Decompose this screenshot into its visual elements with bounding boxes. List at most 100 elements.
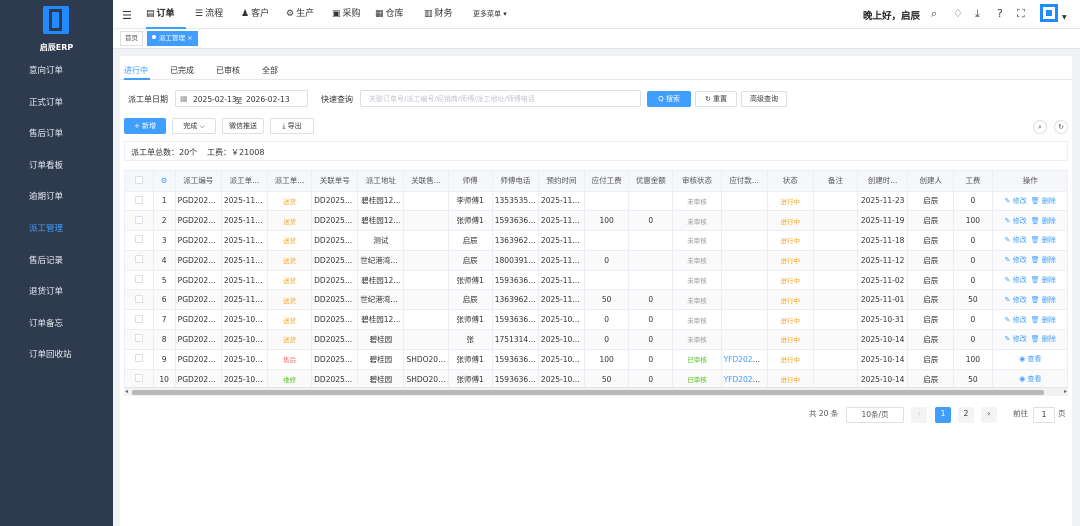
refresh-icon[interactable]: ↻: [1054, 120, 1068, 134]
avatar[interactable]: [1040, 4, 1058, 22]
row-checkbox[interactable]: [134, 334, 143, 343]
table-row[interactable]: 4 PGD2025... 2025-11-12 送货 DD20251... 世纪港湾2..…: [125, 250, 1067, 271]
sidebar-item[interactable]: 意向订单: [0, 56, 113, 88]
sidebar-item[interactable]: 订单回收站: [0, 340, 113, 372]
row-select-cell[interactable]: [125, 191, 154, 212]
delete-link[interactable]: 🗑 删除: [1031, 296, 1056, 304]
delete-link[interactable]: 🗑 删除: [1031, 335, 1056, 343]
delete-link[interactable]: 🗑 删除: [1031, 236, 1056, 244]
search-button[interactable]: Q 搜索: [647, 91, 691, 107]
horizontal-scrollbar[interactable]: ◂ ▸: [124, 387, 1068, 396]
delete-link[interactable]: 🗑 删除: [1031, 197, 1056, 205]
delete-link[interactable]: 🗑 删除: [1031, 217, 1056, 225]
tab-in-progress[interactable]: 进行中: [124, 65, 148, 76]
tab-audited[interactable]: 已审核: [216, 65, 240, 76]
table-row[interactable]: 3 PGD2025... 2025-11-18 送货 DD20251... 测试 启辰 136…: [125, 230, 1067, 251]
row-select-cell[interactable]: [125, 270, 154, 291]
row-select-cell[interactable]: [125, 369, 154, 390]
top-menu-item[interactable]: ▤ 订单: [146, 0, 175, 29]
row-checkbox[interactable]: [134, 275, 143, 284]
tab-all[interactable]: 全部: [262, 65, 278, 76]
top-menu-item[interactable]: ▣ 采购: [332, 0, 361, 29]
prev-page-button[interactable]: ‹: [911, 407, 927, 423]
wechat-push-button[interactable]: 微信推送: [222, 118, 264, 134]
top-menu-item[interactable]: ♟ 客户: [241, 0, 269, 29]
table-row[interactable]: 1 PGD2025... 2025-11-23 送货 DD20251... 碧桂园12..…: [125, 191, 1067, 212]
row-select-cell[interactable]: [125, 329, 154, 350]
delete-link[interactable]: 🗑 删除: [1031, 316, 1056, 324]
row-checkbox[interactable]: [134, 294, 143, 303]
view-link[interactable]: ◉ 查看: [1019, 375, 1041, 383]
table-row[interactable]: 6 PGD2025... 2025-11-01 送货 DD20251... 世纪港湾2..…: [125, 289, 1067, 311]
row-checkbox[interactable]: [134, 195, 143, 204]
edit-link[interactable]: ✎ 修改: [1005, 316, 1027, 324]
scroll-left-icon[interactable]: ◂: [125, 388, 128, 395]
sidebar-item[interactable]: 订单备忘: [0, 309, 113, 341]
sidebar-item[interactable]: 派工管理: [0, 214, 113, 246]
download-icon[interactable]: ⤓: [975, 7, 980, 21]
sidebar-item[interactable]: 订单看板: [0, 151, 113, 183]
top-menu-item[interactable]: ▥ 财务: [424, 0, 453, 29]
sidebar-item[interactable]: 售后订单: [0, 119, 113, 151]
delete-link[interactable]: 🗑 删除: [1031, 276, 1056, 284]
fullscreen-icon[interactable]: ⛶: [1017, 7, 1025, 21]
sidebar-item[interactable]: 售后记录: [0, 246, 113, 278]
top-menu-item[interactable]: 更多菜单 ▾: [473, 0, 507, 29]
edit-link[interactable]: ✎ 修改: [1005, 296, 1027, 304]
edit-link[interactable]: ✎ 修改: [1005, 217, 1027, 225]
sidebar-item[interactable]: 正式订单: [0, 88, 113, 120]
table-header-cell[interactable]: ⚙: [153, 171, 176, 192]
table-row[interactable]: 7 PGD2025... 2025-10-31 送货 DD20251... 碧桂园12..…: [125, 309, 1067, 331]
view-link[interactable]: ◉ 查看: [1019, 355, 1041, 363]
search-icon[interactable]: ⌕: [931, 7, 937, 21]
table-row[interactable]: 5 PGD2025... 2025-11-02 送货 DD20251... 碧桂园12..…: [125, 270, 1067, 291]
reset-button[interactable]: ↻ 重置: [695, 91, 737, 107]
tab-completed[interactable]: 已完成: [170, 65, 194, 76]
search-toggle-icon[interactable]: ⌕: [1033, 120, 1047, 134]
edit-link[interactable]: ✎ 修改: [1005, 236, 1027, 244]
export-button[interactable]: ⤓ 导出: [270, 118, 314, 134]
tag-home[interactable]: 首页: [120, 31, 143, 46]
next-page-button[interactable]: ›: [981, 407, 997, 423]
row-checkbox[interactable]: [134, 374, 143, 383]
scroll-right-icon[interactable]: ▸: [1064, 388, 1067, 395]
row-checkbox[interactable]: [134, 354, 143, 363]
table-header-cell[interactable]: [125, 171, 154, 192]
top-menu-item[interactable]: ▦ 仓库: [375, 0, 404, 29]
top-menu-item[interactable]: ☰ 流程: [195, 0, 223, 29]
row-select-cell[interactable]: [125, 210, 154, 232]
row-select-cell[interactable]: [125, 309, 154, 331]
table-row[interactable]: 9 PGD2025... 2025-10-14 售后 DD20250... 碧桂园 SHDO…: [125, 349, 1067, 370]
table-row[interactable]: 2 PGD2025... 2025-11-19 送货 DD20251... 碧桂园12..…: [125, 210, 1067, 232]
row-checkbox[interactable]: [134, 215, 143, 224]
add-button[interactable]: + 新增: [124, 118, 166, 134]
edit-link[interactable]: ✎ 修改: [1005, 276, 1027, 284]
row-select-cell[interactable]: [125, 250, 154, 271]
row-select-cell[interactable]: [125, 289, 154, 311]
row-checkbox[interactable]: [134, 235, 143, 244]
quick-search-input[interactable]: [360, 90, 641, 107]
help-icon[interactable]: ?: [997, 7, 1003, 20]
table-row[interactable]: 10 PGD2025... 2025-10-14 维修 DD20250... 碧桂园 SHD…: [125, 369, 1067, 390]
edit-link[interactable]: ✎ 修改: [1005, 197, 1027, 205]
chevron-down-icon[interactable]: ▼: [1062, 14, 1067, 21]
page-2[interactable]: 2: [958, 407, 974, 423]
date-from[interactable]: 2025-02-13: [193, 95, 237, 104]
scrollbar-thumb[interactable]: [132, 390, 1044, 395]
advanced-search-button[interactable]: 高级查询: [741, 91, 787, 107]
row-checkbox[interactable]: [134, 255, 143, 264]
delete-link[interactable]: 🗑 删除: [1031, 256, 1056, 264]
select-all-checkbox[interactable]: [134, 175, 143, 184]
bell-icon[interactable]: ♢: [953, 7, 963, 20]
row-checkbox[interactable]: [134, 314, 143, 323]
sidebar-item[interactable]: 退货订单: [0, 277, 113, 309]
goto-page-input[interactable]: 1: [1033, 407, 1055, 423]
edit-link[interactable]: ✎ 修改: [1005, 256, 1027, 264]
edit-link[interactable]: ✎ 修改: [1005, 335, 1027, 343]
date-to[interactable]: 2026-02-13: [246, 95, 290, 104]
page-size-select[interactable]: 10条/页: [846, 407, 904, 423]
column-settings-icon[interactable]: ⚙: [161, 176, 168, 185]
page-1[interactable]: 1: [935, 407, 951, 423]
tag-dispatch[interactable]: 派工管理 ×: [147, 31, 198, 46]
row-select-cell[interactable]: [125, 349, 154, 370]
